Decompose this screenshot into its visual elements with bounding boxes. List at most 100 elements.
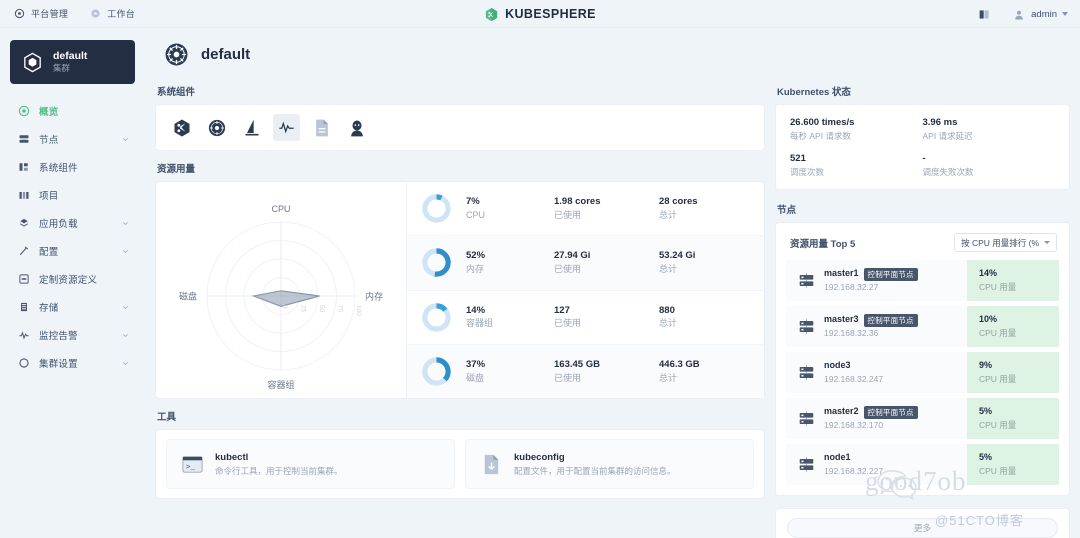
node-meta: master2 控制平面节点 192.168.32.170 <box>824 405 918 431</box>
monitoring-icon <box>17 329 30 342</box>
file-download-icon <box>480 453 503 476</box>
kubernetes-icon[interactable] <box>203 114 230 141</box>
k8s-stat-schedule-fail: - 调度失败次数 <box>923 152 1056 179</box>
chevron-down-icon <box>122 332 129 339</box>
sidebar-item-overview[interactable]: 概览 <box>10 98 135 124</box>
sidebar-item-config-label: 配置 <box>39 247 59 258</box>
node-info: node3 192.168.32.247 <box>786 352 967 393</box>
metric-memory-pct: 52% <box>466 250 486 262</box>
page-title: default <box>201 45 251 63</box>
node-name: master2 <box>824 406 859 417</box>
tool-kubectl[interactable]: >_ kubectl 命令行工具，用于控制当前集群。 <box>166 439 455 489</box>
node-name: node1 <box>824 452 851 463</box>
node-usage-label: CPU 用量 <box>979 281 1017 292</box>
node-ip: 192.168.32.247 <box>824 373 884 384</box>
sidebar-item-projects[interactable]: 项目 <box>10 182 135 208</box>
metric-disk-label: 磁盘 <box>466 372 485 383</box>
kubernetes-status-grid: 26.600 times/s 每秒 API 请求数 3.96 ms API 请求… <box>790 116 1055 179</box>
metric-pods-total-label: 总计 <box>659 318 678 329</box>
chevron-down-icon <box>122 360 129 367</box>
sidebar-item-components[interactable]: 系统组件 <box>10 154 135 180</box>
sidebar-nav: 概览 节点 系统组件 项目 应用负载 配置 定制资源定义 存储 监控告警 集群设… <box>10 98 135 376</box>
kubesphere-logo-icon <box>484 7 499 22</box>
kubesphere-cluster-overview-page: 平台管理 工作台 KUBESPHERE admin default 集群 概览 … <box>0 0 1080 538</box>
sidebar-item-config[interactable]: 配置 <box>10 238 135 264</box>
svg-text:内存: 内存 <box>365 290 383 301</box>
metric-cpu-total-label: 总计 <box>659 209 678 220</box>
sidebar-item-storage[interactable]: 存储 <box>10 294 135 320</box>
node-row[interactable]: master1 控制平面节点 192.168.32.27 14% CPU 用量 <box>786 260 1059 301</box>
node-info: master3 控制平面节点 192.168.32.36 <box>786 306 967 347</box>
node-row[interactable]: master3 控制平面节点 192.168.32.36 10% CPU 用量 <box>786 306 1059 347</box>
metric-pods-used: 127 <box>554 304 570 316</box>
user-icon <box>1013 8 1026 21</box>
node-row[interactable]: node3 192.168.32.247 9% CPU 用量 <box>786 352 1059 393</box>
chevron-down-icon <box>122 304 129 311</box>
metric-memory-total-label: 总计 <box>659 264 678 275</box>
metric-row-pods: 14% 容器组 127 已使用 880 总计 <box>407 291 764 345</box>
sidebar-item-projects-label: 项目 <box>39 191 59 202</box>
cluster-subtitle: 集群 <box>53 63 71 74</box>
metric-cpu-used-label: 已使用 <box>554 209 582 220</box>
sidebar-item-cluster-settings-label: 集群设置 <box>39 359 78 370</box>
metric-memory-total: 53.24 Gi <box>659 250 696 262</box>
sidebar-item-crd[interactable]: 定制资源定义 <box>10 266 135 292</box>
node-meta: master3 控制平面节点 192.168.32.36 <box>824 313 918 339</box>
section-title-tools: 工具 <box>157 412 177 423</box>
node-usage-pct: 9% <box>979 360 993 371</box>
jenkins-icon[interactable] <box>343 114 370 141</box>
nodes-icon <box>17 133 30 146</box>
donut-pods <box>421 302 452 333</box>
node-usage-pct: 14% <box>979 268 998 279</box>
node-usage-label: CPU 用量 <box>979 419 1017 430</box>
node-ip: 192.168.32.27 <box>824 281 879 292</box>
node-name-line: master1 控制平面节点 <box>824 267 918 281</box>
svg-text:25: 25 <box>300 305 307 313</box>
node-row[interactable]: node1 192.168.32.227 5% CPU 用量 <box>786 444 1059 485</box>
metric-cpu-used: 1.98 cores <box>554 196 601 208</box>
metric-pods-total: 880 <box>659 304 675 316</box>
resource-radar-chart: CPU 内存 容器组 磁盘 0 25 50 75 100 <box>156 182 406 398</box>
more-button[interactable]: 更多 <box>787 518 1058 538</box>
nodes-sort-select[interactable]: 按 CPU 用量排行 (% <box>954 233 1057 252</box>
resource-metrics-list: 7% CPU 1.98 cores 已使用 28 cores 总计 52% 内存… <box>406 182 764 398</box>
topnav-workbench[interactable]: 工作台 <box>90 7 135 20</box>
chevron-down-icon <box>122 136 129 143</box>
kubesphere-icon[interactable] <box>168 114 195 141</box>
server-icon <box>798 456 815 473</box>
nodes-top5-title: 资源用量 Top 5 <box>790 238 856 250</box>
sidebar-item-monitoring[interactable]: 监控告警 <box>10 322 135 348</box>
node-name-line: node1 <box>824 451 883 465</box>
nodes-card: 资源用量 Top 5 按 CPU 用量排行 (% master1 控制平面节点 … <box>775 222 1070 496</box>
nodes-card-header: 资源用量 Top 5 按 CPU 用量排行 (% <box>786 233 1059 260</box>
sidebar-item-monitoring-label: 监控告警 <box>39 331 78 342</box>
sidebar-cluster-selector[interactable]: default 集群 <box>10 40 135 84</box>
node-ip: 192.168.32.36 <box>824 327 879 338</box>
sidebar-item-cluster-settings[interactable]: 集群设置 <box>10 350 135 376</box>
terminal-icon: >_ <box>181 453 204 476</box>
sidebar-item-workload[interactable]: 应用负载 <box>10 210 135 236</box>
logging-icon[interactable] <box>308 114 335 141</box>
node-meta: master1 控制平面节点 192.168.32.27 <box>824 267 918 293</box>
kubernetes-status-title: Kubernetes 状态 <box>777 87 851 98</box>
topnav-platform-management[interactable]: 平台管理 <box>14 7 68 20</box>
storage-icon <box>17 301 30 314</box>
metric-disk-pct: 37% <box>466 358 486 370</box>
metric-memory-label: 内存 <box>466 264 485 275</box>
sidebar-item-nodes[interactable]: 节点 <box>10 126 135 152</box>
node-usage-label: CPU 用量 <box>979 327 1017 338</box>
metric-cpu-label: CPU <box>466 209 486 220</box>
metric-disk-total: 446.3 GB <box>659 358 700 370</box>
k8s-stat-api-latency: 3.96 ms API 请求延迟 <box>923 116 1056 143</box>
node-usage: 10% CPU 用量 <box>967 306 1059 347</box>
istio-icon[interactable] <box>238 114 265 141</box>
node-row[interactable]: master2 控制平面节点 192.168.32.170 5% CPU 用量 <box>786 398 1059 439</box>
svg-text:CPU: CPU <box>271 204 290 214</box>
chevron-down-icon <box>1062 12 1068 16</box>
server-icon <box>798 410 815 427</box>
tool-kubeconfig[interactable]: kubeconfig 配置文件，用于配置当前集群的访问信息。 <box>465 439 754 489</box>
prometheus-icon[interactable] <box>273 114 300 141</box>
metric-row-disk: 37% 磁盘 163.45 GB 已使用 446.3 GB 总计 <box>407 344 764 398</box>
book-icon[interactable] <box>978 8 991 21</box>
user-menu[interactable]: admin <box>1013 8 1068 21</box>
